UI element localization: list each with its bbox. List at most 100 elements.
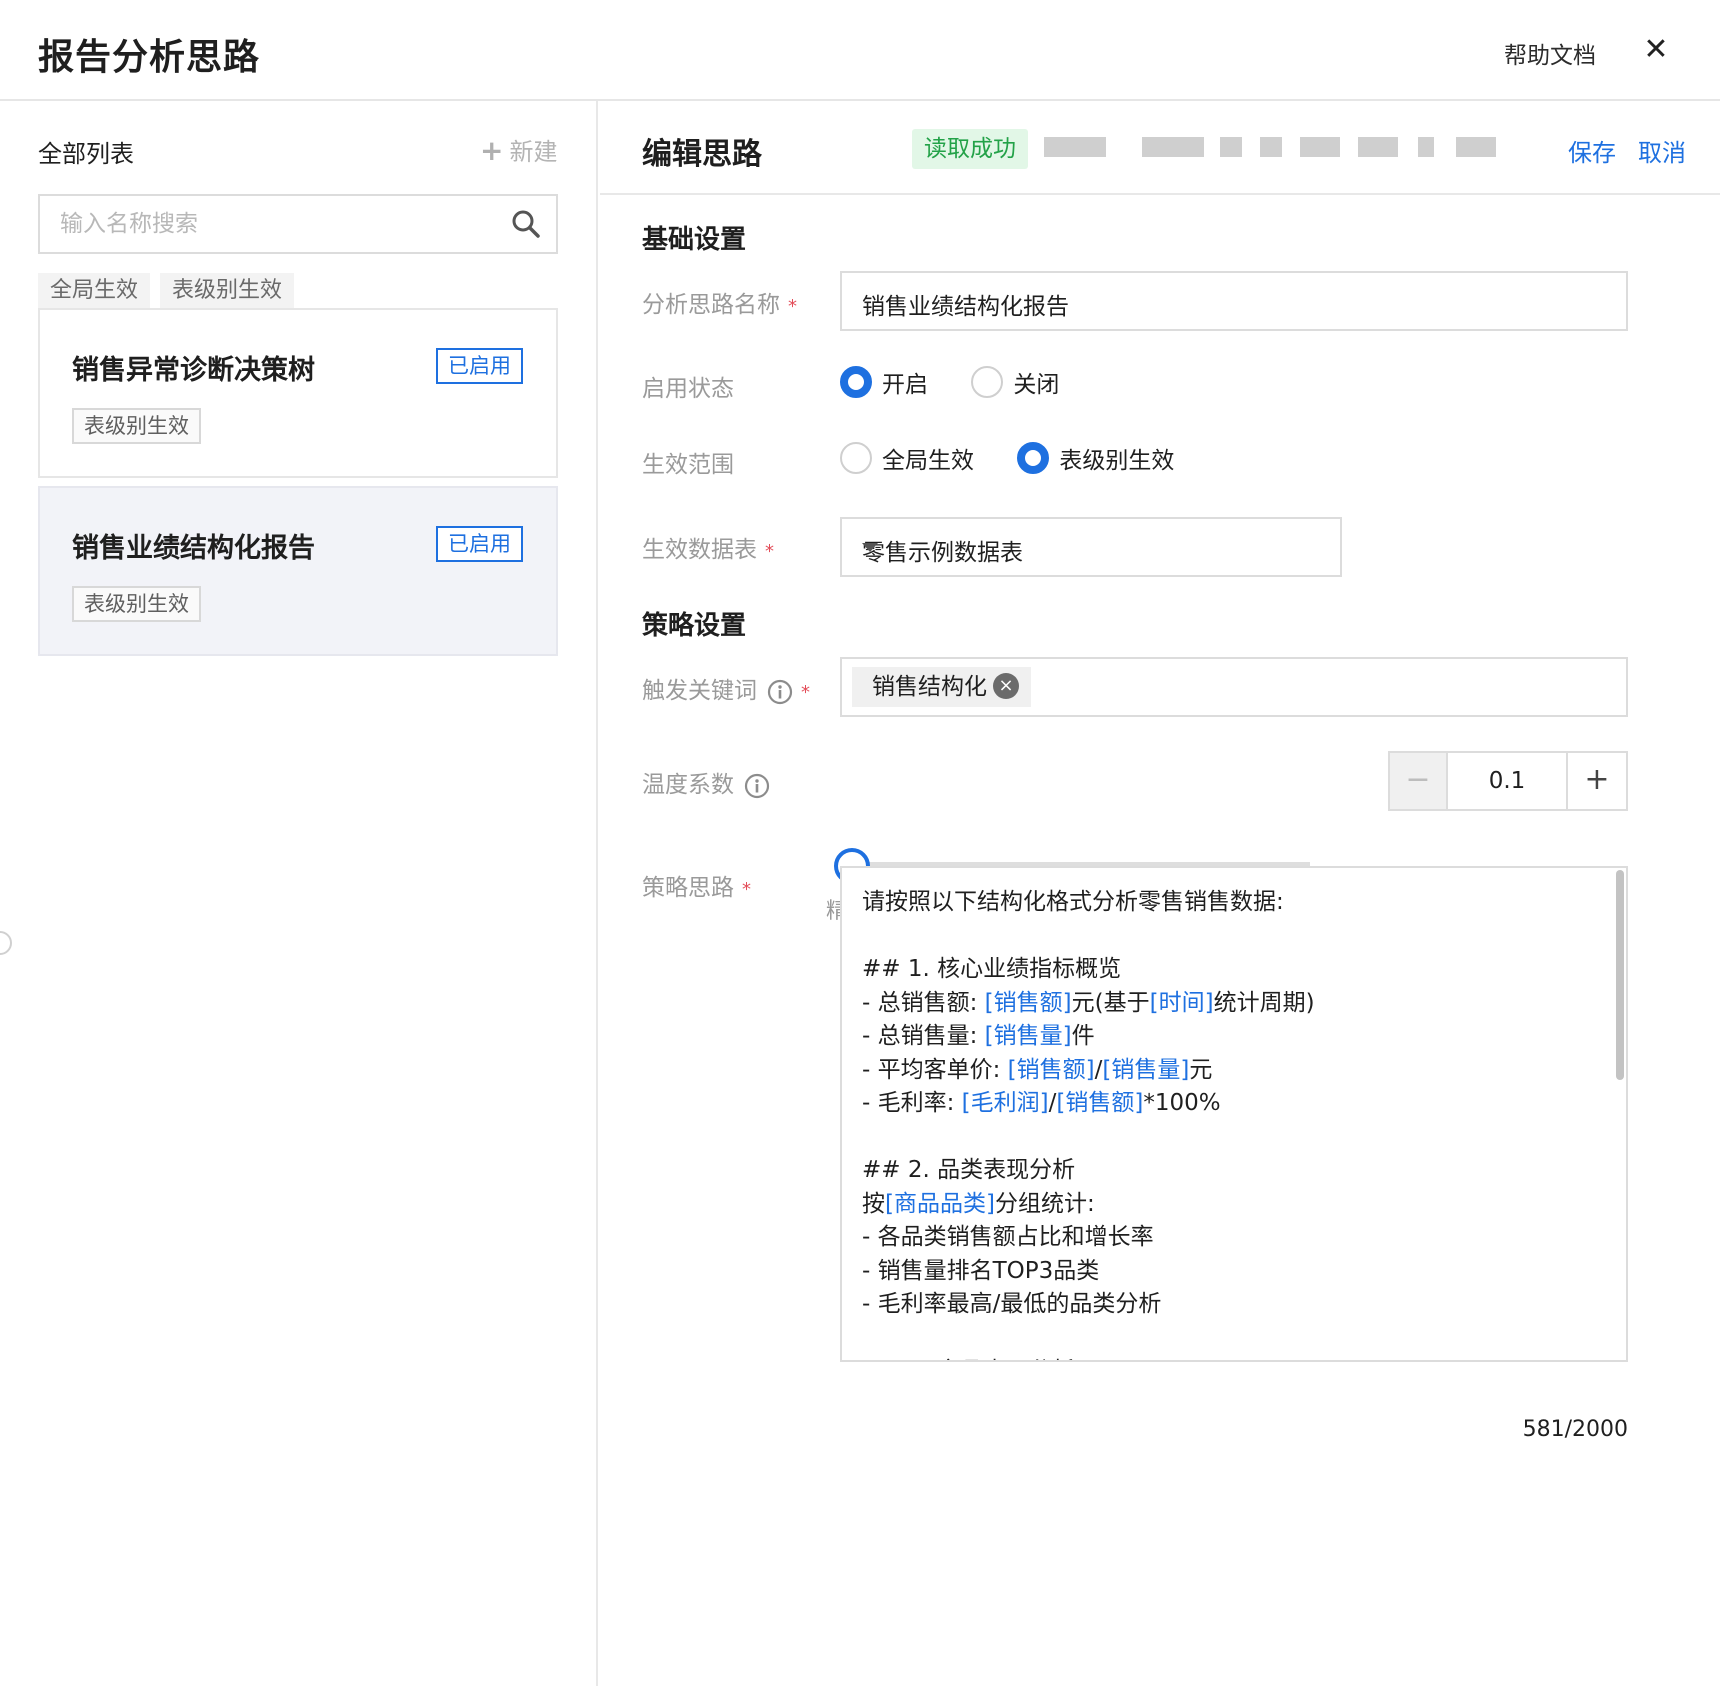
- strategy-text-segment: - 销售量排名TOP3品类: [862, 1257, 1100, 1284]
- search-icon[interactable]: [510, 208, 542, 240]
- new-button[interactable]: + 新建: [480, 132, 557, 167]
- strategy-text-segment: - 总销售量:: [862, 1023, 985, 1049]
- strategy-line: [862, 920, 1602, 954]
- scrollbar[interactable]: [1616, 870, 1624, 1080]
- field-reference: [时间]: [1149, 989, 1214, 1016]
- status-badge: 已启用: [436, 348, 523, 384]
- field-reference: [毛利润]: [961, 1090, 1049, 1116]
- field-reference: [商品品类]: [885, 1190, 995, 1217]
- char-counter: 581/2000: [1522, 1417, 1628, 1442]
- strategy-line: - 销售量排名TOP3品类: [862, 1255, 1602, 1289]
- radio-dot: [840, 366, 872, 398]
- radio-scope-global[interactable]: 全局生效: [840, 441, 974, 475]
- strategy-text-segment: ## 3. 产品表现分析: [862, 1358, 1075, 1360]
- temperature-label: 温度系数: [642, 765, 770, 799]
- blurred-content: [1044, 137, 1544, 159]
- status-badge: 已启用: [436, 526, 523, 562]
- table-field-label: 生效数据表 *: [642, 530, 774, 564]
- strategy-text-segment: ## 1. 核心业绩指标概览: [862, 956, 1122, 982]
- list-item[interactable]: 销售业绩结构化报告 已启用 表级别生效: [38, 486, 558, 656]
- list-item[interactable]: 销售异常诊断决策树 已启用 表级别生效: [38, 308, 558, 478]
- temperature-label-text: 温度系数: [642, 772, 734, 798]
- strategy-text-segment: 统计周期): [1213, 989, 1315, 1016]
- strategy-line: - 毛利率最高/最低的品类分析: [862, 1288, 1602, 1322]
- editor-header: 编辑思路 读取成功 保存 取消: [600, 101, 1720, 195]
- stepper-value[interactable]: 0.1: [1448, 753, 1566, 809]
- radio-dot: [1017, 442, 1050, 474]
- dialog-header: 报告分析思路 帮助文档 ✕: [0, 0, 1720, 101]
- keyword-label-text: 触发关键词: [642, 678, 757, 704]
- strategy-line: ## 1. 核心业绩指标概览: [862, 953, 1602, 987]
- strategy-text-segment: - 总销售额:: [862, 989, 985, 1016]
- strategy-line: ## 3. 产品表现分析: [862, 1355, 1602, 1360]
- strategy-text-segment: 按: [862, 1190, 885, 1217]
- radio-label: 全局生效: [882, 448, 974, 474]
- enable-radio-group: 开启 关闭: [840, 365, 1095, 399]
- keyword-field-label: 触发关键词 *: [642, 671, 810, 705]
- strategy-text-segment: 元: [1189, 1056, 1213, 1083]
- strategy-line: 按[商品品类]分组统计:: [862, 1188, 1602, 1222]
- cancel-button[interactable]: 取消: [1638, 133, 1686, 168]
- scope-tag: 表级别生效: [72, 408, 201, 444]
- keyword-input[interactable]: 销售结构化 ×: [840, 657, 1628, 717]
- filter-tags: 全局生效 表级别生效: [38, 273, 304, 309]
- required-mark: *: [801, 682, 810, 703]
- strategy-textarea[interactable]: 请按照以下结构化格式分析零售销售数据: ## 1. 核心业绩指标概览 - 总销售额:…: [840, 866, 1628, 1362]
- clear-icon[interactable]: ×: [993, 672, 1019, 699]
- strategy-text-segment: - 毛利率:: [862, 1090, 962, 1116]
- radio-label: 表级别生效: [1059, 448, 1175, 474]
- required-mark: *: [788, 296, 797, 317]
- save-button[interactable]: 保存: [1568, 133, 1616, 168]
- name-field-label: 分析思路名称 *: [642, 285, 797, 319]
- strategy-field-label: 策略思路 *: [642, 868, 751, 902]
- radio-dot: [840, 442, 872, 474]
- strategy-text-segment: 元(基于: [1071, 989, 1150, 1016]
- radio-enable-off[interactable]: 关闭: [971, 365, 1059, 399]
- list-item-name: 销售异常诊断决策树: [72, 355, 315, 386]
- name-field[interactable]: 销售业绩结构化报告: [840, 271, 1628, 331]
- strategy-text-segment: 件: [1071, 1023, 1095, 1049]
- table-select-value: 零售示例数据表: [862, 540, 1023, 566]
- scope-label: 生效范围: [642, 452, 734, 478]
- strategy-line: [862, 1322, 1602, 1356]
- strategy-text: 请按照以下结构化格式分析零售销售数据: ## 1. 核心业绩指标概览 - 总销售额:…: [862, 886, 1602, 1360]
- read-status-badge: 读取成功: [912, 129, 1028, 169]
- table-select[interactable]: 零售示例数据表: [840, 517, 1342, 577]
- search-box: [38, 194, 558, 254]
- list-item-name: 销售业绩结构化报告: [72, 533, 315, 564]
- strategy-text-segment: - 各品类销售额占比和增长率: [862, 1224, 1154, 1250]
- info-icon[interactable]: [744, 773, 770, 799]
- scope-radio-group: 全局生效 表级别生效: [840, 441, 1210, 475]
- info-icon[interactable]: [767, 679, 793, 705]
- keyword-tag: 销售结构化 ×: [852, 667, 1031, 707]
- required-mark: *: [742, 879, 751, 900]
- increment-button[interactable]: +: [1566, 753, 1626, 809]
- radio-enable-on[interactable]: 开启: [840, 365, 928, 399]
- field-reference: [销售量]: [984, 1023, 1072, 1049]
- editor-panel: 编辑思路 读取成功 保存 取消 基础设置 分析思路名称 * 销售业绩结构化报告 启…: [600, 101, 1720, 1686]
- strategy-line: - 总销售量: [销售量]件: [862, 1020, 1602, 1054]
- strategy-label-text: 策略思路: [642, 875, 734, 901]
- filter-table-level[interactable]: 表级别生效: [160, 273, 295, 309]
- radio-label: 开启: [882, 372, 928, 398]
- dialog-title: 报告分析思路: [38, 37, 261, 78]
- search-input[interactable]: [40, 196, 480, 252]
- close-icon[interactable]: ✕: [1640, 34, 1672, 66]
- help-docs-link[interactable]: 帮助文档: [1504, 36, 1596, 70]
- caret-down-icon: [862, 543, 878, 552]
- field-reference: [销售额]: [984, 989, 1072, 1016]
- name-label-text: 分析思路名称: [642, 292, 780, 318]
- radio-dot: [971, 366, 1004, 398]
- radio-scope-table[interactable]: 表级别生效: [1017, 441, 1174, 475]
- strategy-line: ## 2. 品类表现分析: [862, 1154, 1602, 1188]
- strategy-line: [862, 1121, 1602, 1155]
- collapse-handle[interactable]: [0, 931, 12, 955]
- list-title: 全部列表: [38, 140, 134, 168]
- decrement-button[interactable]: −: [1390, 753, 1448, 809]
- basic-settings-title: 基础设置: [642, 225, 747, 255]
- strategy-text-segment: - 平均客单价:: [862, 1056, 1008, 1083]
- strategy-line: - 总销售额: [销售额]元(基于[时间]统计周期): [862, 987, 1602, 1021]
- strategy-line: - 平均客单价: [销售额]/[销售量]元: [862, 1054, 1602, 1088]
- field-reference: [销售额]: [1056, 1090, 1144, 1116]
- filter-global[interactable]: 全局生效: [38, 273, 151, 309]
